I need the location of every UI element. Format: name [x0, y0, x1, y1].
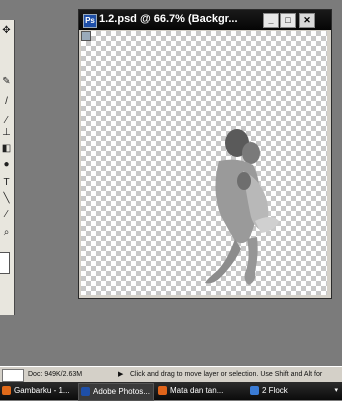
document-size-info: Doc: 949K/2.63M: [28, 371, 83, 378]
minimize-button[interactable]: _: [263, 13, 279, 28]
taskbar-item-photoshop[interactable]: Adobe Photos...: [78, 383, 154, 401]
zoom-icon[interactable]: ⌕: [0, 226, 13, 239]
flock-icon: [250, 386, 259, 396]
maximize-button[interactable]: □: [280, 13, 296, 28]
eraser-icon[interactable]: ◧: [0, 142, 13, 155]
document-window: Ps 1.2.psd @ 66.7% (Backgr... _ □ ✕: [78, 9, 332, 299]
line-icon[interactable]: ╲: [0, 192, 13, 205]
clone-icon[interactable]: ⊥: [0, 126, 13, 139]
type-icon[interactable]: T: [0, 176, 13, 189]
photoshop-app-icon: Ps: [83, 14, 97, 28]
taskbar-item-flock[interactable]: 2 Flock ▾: [248, 383, 342, 399]
browser-icon: [158, 386, 167, 396]
close-button[interactable]: ✕: [299, 13, 315, 28]
transparent-canvas[interactable]: [81, 31, 327, 295]
eyedropper-icon[interactable]: ∕: [0, 208, 13, 221]
tools-palette: ✥ ✎ / ⁄ ⊥ ◧ ● T ╲ ∕ ⌕: [0, 20, 15, 315]
tool-hint-text: Click and drag to move layer or selectio…: [130, 371, 323, 378]
taskbar-item-label: Gambarku - 1...: [14, 386, 70, 395]
taskbar-item-mata-dan-tan[interactable]: Mata dan tan...: [156, 383, 242, 399]
taskbar-item-label: 2 Flock: [262, 386, 288, 395]
ruler-origin-icon: [81, 31, 91, 41]
pen-icon[interactable]: ✎: [0, 75, 13, 88]
firefox-icon: [2, 386, 11, 396]
status-menu-arrow-icon[interactable]: ▶: [118, 367, 123, 383]
taskbar-item-label: Adobe Photos...: [93, 387, 150, 396]
document-title: 1.2.psd @ 66.7% (Backgr...: [99, 13, 238, 25]
move-icon[interactable]: ✥: [0, 24, 13, 37]
status-bar: Doc: 949K/2.63M ▶ Click and drag to move…: [0, 366, 342, 383]
photoshop-icon: [81, 387, 90, 397]
document-titlebar[interactable]: Ps 1.2.psd @ 66.7% (Backgr... _ □ ✕: [79, 10, 331, 30]
taskbar-item-gambarku[interactable]: Gambarku - 1...: [0, 383, 74, 399]
embracing-figures-artwork[interactable]: [199, 121, 289, 301]
zoom-field[interactable]: [2, 369, 24, 382]
pencil-icon[interactable]: /: [0, 95, 13, 108]
chevron-down-icon[interactable]: ▾: [334, 383, 338, 399]
color-swatch[interactable]: [0, 252, 10, 274]
taskbar-item-label: Mata dan tan...: [170, 386, 224, 395]
dodge-icon[interactable]: ●: [0, 158, 13, 171]
windows-taskbar: Gambarku - 1... Adobe Photos... Mata dan…: [0, 382, 342, 401]
